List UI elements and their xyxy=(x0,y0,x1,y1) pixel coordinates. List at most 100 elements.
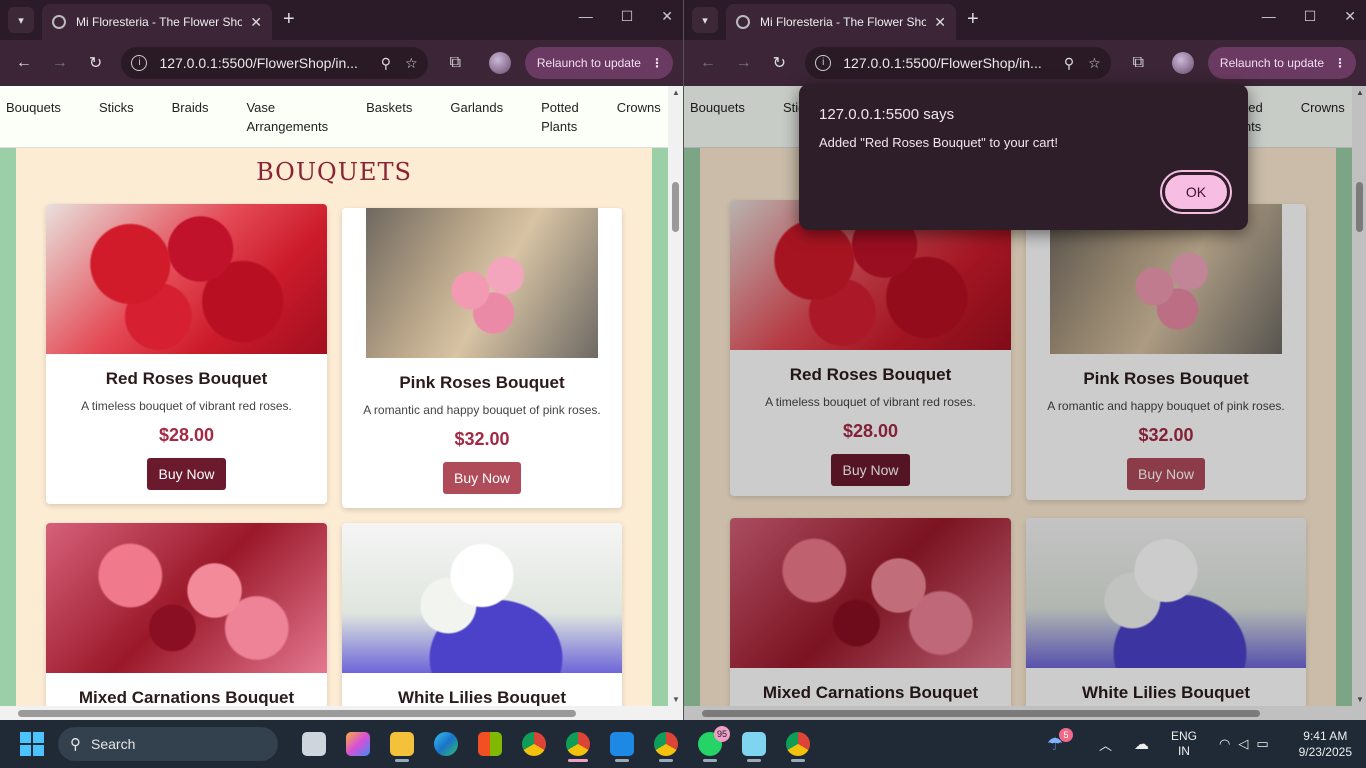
language-indicator[interactable]: ENG IN xyxy=(1171,729,1197,759)
back-button[interactable]: ← xyxy=(694,54,722,72)
reload-button[interactable]: ↻ xyxy=(82,53,110,73)
extensions-icon[interactable]: ⧉ xyxy=(450,54,461,72)
close-tab-icon[interactable]: ✕ xyxy=(934,14,946,31)
close-window-icon[interactable]: ✕ xyxy=(1344,8,1356,25)
chrome-profile-icon[interactable] xyxy=(556,724,600,764)
windows-start-icon[interactable] xyxy=(20,732,44,756)
file-explorer-icon[interactable] xyxy=(380,724,424,764)
browser-toolbar: ← → ↻ i 127.0.0.1:5500/FlowerShop/in... … xyxy=(0,40,683,86)
product-card-pink-roses: Pink Roses Bouquet A romantic and happy … xyxy=(342,208,622,508)
lang-code: ENG xyxy=(1170,729,1197,743)
bookmark-star-icon[interactable]: ☆ xyxy=(405,55,418,72)
site-info-icon[interactable]: i xyxy=(131,55,148,71)
nav-vase-arrangements[interactable]: Vase Arrangements xyxy=(246,98,328,147)
reload-button[interactable]: ↻ xyxy=(766,53,794,73)
system-tray: ☂ 5 ︿ ☁ ENG IN ◠◁▭ 9:41 AM 9/23/2025 xyxy=(1047,720,1352,768)
zoom-icon[interactable]: ⚲ xyxy=(1064,55,1074,72)
address-bar[interactable]: i 127.0.0.1:5500/FlowerShop/in... ⚲ ☆ xyxy=(121,47,428,79)
weather-badge: 5 xyxy=(1058,727,1073,742)
relaunch-label: Relaunch to update xyxy=(1219,56,1324,70)
tab-title: Mi Floresteria - The Flower Shop xyxy=(760,15,927,29)
product-card-mixed-carnations: Mixed Carnations Bouquet xyxy=(46,523,327,720)
nav-crowns[interactable]: Crowns xyxy=(617,98,661,147)
taskbar-search[interactable]: ⚲ Search xyxy=(58,727,278,761)
notepad-icon[interactable] xyxy=(732,724,776,764)
menu-dots-icon[interactable]: ⋮ xyxy=(1334,56,1346,70)
product-price: $28.00 xyxy=(158,425,215,445)
buy-now-button[interactable]: Buy Now xyxy=(147,458,226,490)
ok-button[interactable]: OK xyxy=(1160,170,1232,214)
extensions-icon[interactable]: ⧉ xyxy=(1133,54,1144,72)
nav-garlands[interactable]: Garlands xyxy=(450,98,503,147)
back-button[interactable]: ← xyxy=(10,54,38,72)
forward-button[interactable]: → xyxy=(46,54,74,72)
zoom-icon[interactable]: ⚲ xyxy=(381,55,391,72)
new-tab-button[interactable]: + xyxy=(283,8,295,31)
nav-potted-plants[interactable]: Potted Plants xyxy=(541,98,579,147)
weather-icon[interactable]: ☂ 5 xyxy=(1047,727,1073,755)
nav-bouquets[interactable]: Bouquets xyxy=(6,98,61,147)
nav-sticks[interactable]: Sticks xyxy=(99,98,134,147)
site-info-icon[interactable]: i xyxy=(815,55,832,71)
copilot-icon[interactable] xyxy=(336,724,380,764)
window-controls: — ☐ ✕ xyxy=(579,8,673,25)
scroll-down-icon[interactable]: ▼ xyxy=(672,695,680,704)
onedrive-icon[interactable]: ☁ xyxy=(1134,735,1149,753)
red-roses-image xyxy=(46,204,327,354)
buy-now-button[interactable]: Buy Now xyxy=(442,462,522,494)
maximize-icon[interactable]: ☐ xyxy=(621,8,634,25)
maximize-icon[interactable]: ☐ xyxy=(1304,8,1317,25)
wifi-volume-battery-icons[interactable]: ◠◁▭ xyxy=(1219,736,1277,752)
chrome-secondary-icon[interactable] xyxy=(776,724,820,764)
bookmark-star-icon[interactable]: ☆ xyxy=(1088,55,1101,72)
vscode-icon[interactable] xyxy=(600,724,644,764)
search-label: Search xyxy=(91,736,136,752)
edge-icon[interactable] xyxy=(424,724,468,764)
forward-button[interactable]: → xyxy=(730,54,758,72)
product-name: White Lilies Bouquet xyxy=(397,688,567,707)
relaunch-button[interactable]: Relaunch to update ⋮ xyxy=(1207,47,1356,79)
scroll-up-icon[interactable]: ▲ xyxy=(672,88,680,97)
task-view-icon[interactable] xyxy=(292,724,336,764)
profile-avatar[interactable] xyxy=(1172,52,1194,74)
search-icon: ⚲ xyxy=(70,736,81,753)
bouquets-section: BOUQUETS Red Roses Bouquet A timeless bo… xyxy=(16,148,652,720)
nav-baskets[interactable]: Baskets xyxy=(366,98,412,147)
tab-search-button[interactable]: ▾ xyxy=(692,7,718,33)
clock[interactable]: 9:41 AM 9/23/2025 xyxy=(1299,728,1352,760)
taskbar: ⚲ Search 95 ☂ 5 ︿ ☁ ENG IN ◠◁▭ 9:41 AM 9/… xyxy=(0,720,1366,768)
profile-avatar[interactable] xyxy=(489,52,511,74)
section-title: BOUQUETS xyxy=(256,158,412,186)
window-controls: — ☐ ✕ xyxy=(1262,8,1356,25)
whatsapp-icon[interactable]: 95 xyxy=(688,724,732,764)
minimize-icon[interactable]: — xyxy=(1262,8,1276,25)
minimize-icon[interactable]: — xyxy=(579,8,593,25)
mixed-carnations-image xyxy=(46,523,327,673)
close-window-icon[interactable]: ✕ xyxy=(661,8,673,25)
clock-date: 9/23/2025 xyxy=(1298,745,1352,759)
close-tab-icon[interactable]: ✕ xyxy=(250,14,262,31)
address-bar[interactable]: i 127.0.0.1:5500/FlowerShop/in... ⚲ ☆ xyxy=(805,47,1111,79)
product-price: $32.00 xyxy=(454,429,510,449)
chevron-up-icon[interactable]: ︿ xyxy=(1099,735,1112,754)
tab-search-button[interactable]: ▾ xyxy=(8,7,34,33)
nav-braids[interactable]: Braids xyxy=(172,98,209,147)
new-tab-button[interactable]: + xyxy=(967,8,979,31)
vertical-scrollbar[interactable]: ▲ ▼ xyxy=(668,86,683,706)
menu-dots-icon[interactable]: ⋮ xyxy=(651,56,663,70)
store-icon[interactable] xyxy=(468,724,512,764)
scroll-thumb[interactable] xyxy=(18,710,576,717)
horizontal-scrollbar[interactable] xyxy=(0,706,683,720)
whatsapp-badge: 95 xyxy=(714,726,730,742)
browser-tab[interactable]: Mi Floresteria - The Flower Shop ✕ xyxy=(42,4,272,40)
scroll-thumb[interactable] xyxy=(672,182,679,232)
tab-title: Mi Floresteria - The Flower Shop xyxy=(76,15,243,29)
tab-strip: ▾ Mi Floresteria - The Flower Shop ✕ + —… xyxy=(684,0,1366,40)
browser-tab[interactable]: Mi Floresteria - The Flower Shop ✕ xyxy=(726,4,956,40)
product-card-red-roses: Red Roses Bouquet A timeless bouquet of … xyxy=(46,204,327,504)
browser-window-left: ▾ Mi Floresteria - The Flower Shop ✕ + —… xyxy=(0,0,683,720)
chrome-icon[interactable] xyxy=(512,724,556,764)
relaunch-button[interactable]: Relaunch to update ⋮ xyxy=(524,47,673,79)
chrome-user-icon[interactable] xyxy=(644,724,688,764)
url-text: 127.0.0.1:5500/FlowerShop/in... xyxy=(843,55,1042,71)
